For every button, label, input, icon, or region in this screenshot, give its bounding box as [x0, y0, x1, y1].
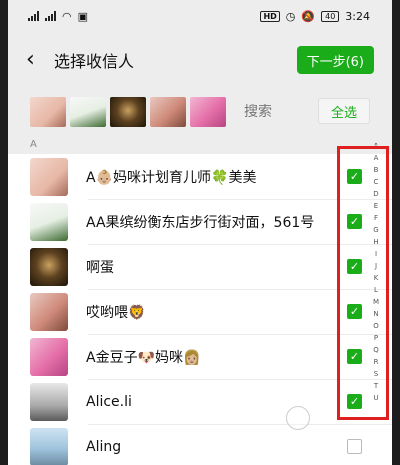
notification-icon: ▣ — [77, 9, 89, 23]
index-letter[interactable]: H — [372, 236, 380, 248]
selected-avatar[interactable] — [30, 97, 66, 127]
selected-avatar[interactable] — [150, 97, 186, 127]
avatar — [30, 337, 68, 376]
index-letter[interactable]: R — [372, 356, 380, 368]
avatar — [30, 427, 68, 465]
signal-icon — [28, 11, 39, 21]
index-letter[interactable]: M — [372, 296, 380, 308]
index-letter[interactable]: O — [372, 320, 380, 332]
index-letter[interactable]: A — [372, 152, 380, 164]
avatar — [30, 157, 68, 196]
avatar — [30, 202, 68, 241]
selected-recipients-bar: 全选 — [8, 88, 392, 136]
index-letter[interactable]: S — [372, 368, 380, 380]
alarm-icon: ◷ — [285, 9, 296, 23]
signal-icon-2 — [45, 11, 56, 21]
contact-row[interactable]: A👶🏼妈咪计划育儿师🍀美美 ✓ — [8, 154, 392, 199]
alphabet-index[interactable]: ↑ A B C D E F G H I J K L M N O P Q R S … — [372, 140, 380, 404]
wifi-icon: ◠ — [62, 9, 72, 23]
index-letter[interactable]: N — [372, 308, 380, 320]
index-letter[interactable]: T — [372, 380, 380, 392]
floating-ball[interactable] — [286, 406, 310, 430]
index-letter[interactable]: G — [372, 224, 380, 236]
contact-name: A👶🏼妈咪计划育儿师🍀美美 — [86, 169, 257, 186]
select-all-button[interactable]: 全选 — [318, 98, 370, 124]
checkbox-checked[interactable]: ✓ — [347, 214, 362, 229]
selected-avatar[interactable] — [70, 97, 106, 127]
avatar — [30, 382, 68, 421]
contact-row[interactable]: 哎哟喂🦁 ✓ — [8, 289, 392, 334]
status-left: ◠ ▣ — [28, 10, 88, 23]
contact-row[interactable]: Alice.li ✓ — [8, 379, 392, 424]
status-right: HD ◷ 🔕 40 3:24 — [260, 10, 370, 23]
battery-icon: 40 — [321, 10, 340, 22]
checkbox-checked[interactable]: ✓ — [347, 394, 362, 409]
index-letter[interactable]: K — [372, 272, 380, 284]
index-letter[interactable]: U — [372, 392, 380, 404]
avatar — [30, 247, 68, 286]
contact-name: AA果缤纷衡东店步行街对面，561号 — [86, 214, 315, 231]
index-letter[interactable]: I — [372, 248, 380, 260]
next-step-button[interactable]: 下一步(6) — [296, 46, 374, 74]
contact-row[interactable]: AA果缤纷衡东店步行街对面，561号 ✓ — [8, 199, 392, 244]
search-input[interactable] — [244, 104, 324, 120]
selected-avatar[interactable] — [190, 97, 226, 127]
checkbox-checked[interactable]: ✓ — [347, 304, 362, 319]
contact-name: A金豆子🐶妈咪👩🏼 — [86, 349, 201, 366]
checkbox-checked[interactable]: ✓ — [347, 349, 362, 364]
page-title: 选择收信人 — [54, 52, 135, 71]
contact-name: Aling — [86, 438, 122, 455]
index-letter[interactable]: L — [372, 284, 380, 296]
contact-name: 啊蛋 — [86, 259, 114, 276]
index-letter[interactable]: E — [372, 200, 380, 212]
section-header-a: A — [8, 136, 392, 154]
contact-row[interactable]: A金豆子🐶妈咪👩🏼 ✓ — [8, 334, 392, 379]
index-letter[interactable]: J — [372, 260, 380, 272]
index-letter[interactable]: D — [372, 188, 380, 200]
contact-row[interactable]: 啊蛋 ✓ — [8, 244, 392, 289]
checkbox-checked[interactable]: ✓ — [347, 169, 362, 184]
index-letter[interactable]: P — [372, 332, 380, 344]
index-letter[interactable]: F — [372, 212, 380, 224]
index-letter[interactable]: Q — [372, 344, 380, 356]
contact-name: 哎哟喂🦁 — [86, 304, 146, 321]
back-arrow-icon[interactable]: ‹ — [26, 49, 54, 71]
contact-row[interactable]: Aling ✓ — [8, 424, 392, 465]
index-letter[interactable]: ↑ — [372, 140, 380, 152]
checkbox-unchecked[interactable]: ✓ — [347, 439, 362, 454]
status-bar: ◠ ▣ HD ◷ 🔕 40 3:24 — [8, 0, 392, 32]
mute-icon: 🔕 — [301, 9, 316, 23]
avatar — [30, 292, 68, 331]
selected-avatar[interactable] — [110, 97, 146, 127]
contact-name: Alice.li — [86, 393, 132, 410]
index-letter[interactable]: C — [372, 176, 380, 188]
phone-screen: ◠ ▣ HD ◷ 🔕 40 3:24 ‹ 选择收信人 下一步(6) 全选 A A… — [0, 0, 400, 465]
hd-badge: HD — [260, 10, 280, 22]
top-header: ‹ 选择收信人 下一步(6) — [8, 32, 392, 88]
checkbox-checked[interactable]: ✓ — [347, 259, 362, 274]
index-letter[interactable]: B — [372, 164, 380, 176]
contact-list: A👶🏼妈咪计划育儿师🍀美美 ✓ AA果缤纷衡东店步行街对面，561号 ✓ 啊蛋 … — [8, 154, 392, 465]
status-time: 3:24 — [345, 9, 370, 23]
